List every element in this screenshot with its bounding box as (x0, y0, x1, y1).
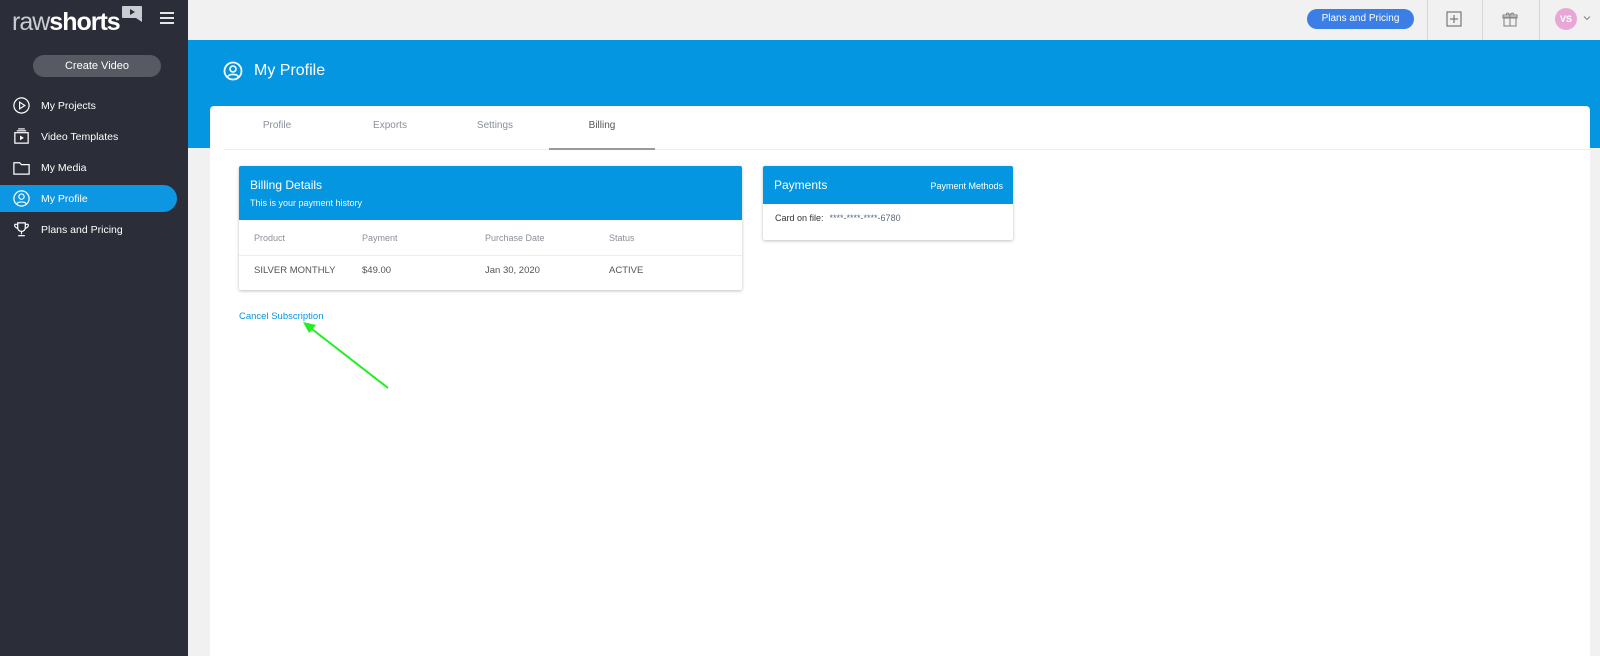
add-square-icon[interactable] (1446, 11, 1462, 27)
payments-title: Payments (774, 178, 828, 192)
column-header: Purchase Date (485, 233, 545, 243)
sidebar-item-video-templates[interactable]: Video Templates (0, 123, 188, 150)
status-cell: ACTIVE (609, 265, 644, 276)
tab-settings[interactable]: Settings (442, 106, 548, 150)
tab-billing[interactable]: Billing (549, 106, 655, 150)
chevron-down-icon[interactable] (1583, 14, 1591, 22)
topbar-divider (1539, 0, 1540, 40)
user-circle-icon (223, 61, 243, 81)
topbar-divider (1482, 0, 1483, 40)
logo-wordmark: rawshorts (12, 8, 121, 36)
payment-cell: $49.00 (362, 265, 392, 276)
menu-toggle-icon[interactable] (160, 12, 174, 24)
plans-and-pricing-button[interactable]: Plans and Pricing (1307, 9, 1414, 29)
sidebar-item-my-media[interactable]: My Media (0, 154, 188, 181)
sidebar-item-label: My Projects (41, 99, 96, 112)
sidebar-item-my-projects[interactable]: My Projects (0, 92, 188, 119)
logo-play-icon (121, 6, 142, 22)
gift-icon[interactable] (1502, 11, 1518, 27)
rawshorts-logo[interactable]: rawshorts (12, 5, 144, 37)
purchase-date-cell: Jan 30, 2020 (485, 265, 540, 276)
page-title: My Profile (223, 61, 325, 81)
sidebar-item-plans-and-pricing[interactable]: Plans and Pricing (0, 216, 188, 243)
profile-tabs: Profile Exports Settings Billing (224, 106, 1590, 150)
profile-card: Profile Exports Settings Billing Billing… (210, 106, 1590, 656)
sidebar-nav: My Projects Video Templates My Media My … (0, 92, 188, 247)
sidebar: rawshorts Create Video My Projects Video… (0, 0, 188, 656)
topbar-divider (1427, 0, 1428, 40)
sidebar-item-label: My Profile (41, 192, 88, 205)
payment-methods-link[interactable]: Payment Methods (930, 181, 1003, 191)
column-header: Payment (362, 233, 398, 243)
trophy-icon (12, 220, 31, 239)
card-on-file-label: Card on file: (775, 213, 824, 223)
column-header: Status (609, 233, 635, 243)
billing-details-subtitle: This is your payment history (250, 198, 363, 208)
payments-panel: Payments Payment Methods Card on file: **… (763, 166, 1013, 240)
sidebar-item-label: Video Templates (41, 130, 119, 143)
product-cell: SILVER MONTHLY (254, 265, 336, 276)
payments-header: Payments Payment Methods (763, 166, 1013, 204)
billing-details-header: Billing Details This is your payment his… (239, 166, 742, 220)
sidebar-item-label: Plans and Pricing (41, 223, 123, 236)
play-circle-icon (12, 96, 31, 115)
tab-profile[interactable]: Profile (224, 106, 330, 150)
table-row: SILVER MONTHLY $49.00 Jan 30, 2020 ACTIV… (239, 256, 742, 289)
billing-table-header: Product Payment Purchase Date Status (239, 220, 742, 256)
sidebar-item-my-profile[interactable]: My Profile (0, 185, 177, 212)
sidebar-item-label: My Media (41, 161, 87, 174)
annotation-arrow-icon (303, 322, 389, 389)
create-video-button[interactable]: Create Video (33, 55, 161, 77)
templates-icon (12, 127, 31, 146)
card-on-file: Card on file: ****-****-****-6780 (763, 204, 1013, 232)
avatar[interactable]: VS (1555, 8, 1577, 30)
page-title-text: My Profile (254, 62, 326, 79)
billing-details-panel: Billing Details This is your payment his… (239, 166, 742, 290)
card-number: ****-****-****-6780 (829, 213, 901, 223)
folder-icon (12, 158, 31, 177)
user-circle-icon (12, 189, 31, 208)
billing-details-title: Billing Details (250, 178, 323, 192)
tab-exports[interactable]: Exports (337, 106, 443, 150)
column-header: Product (254, 233, 286, 243)
